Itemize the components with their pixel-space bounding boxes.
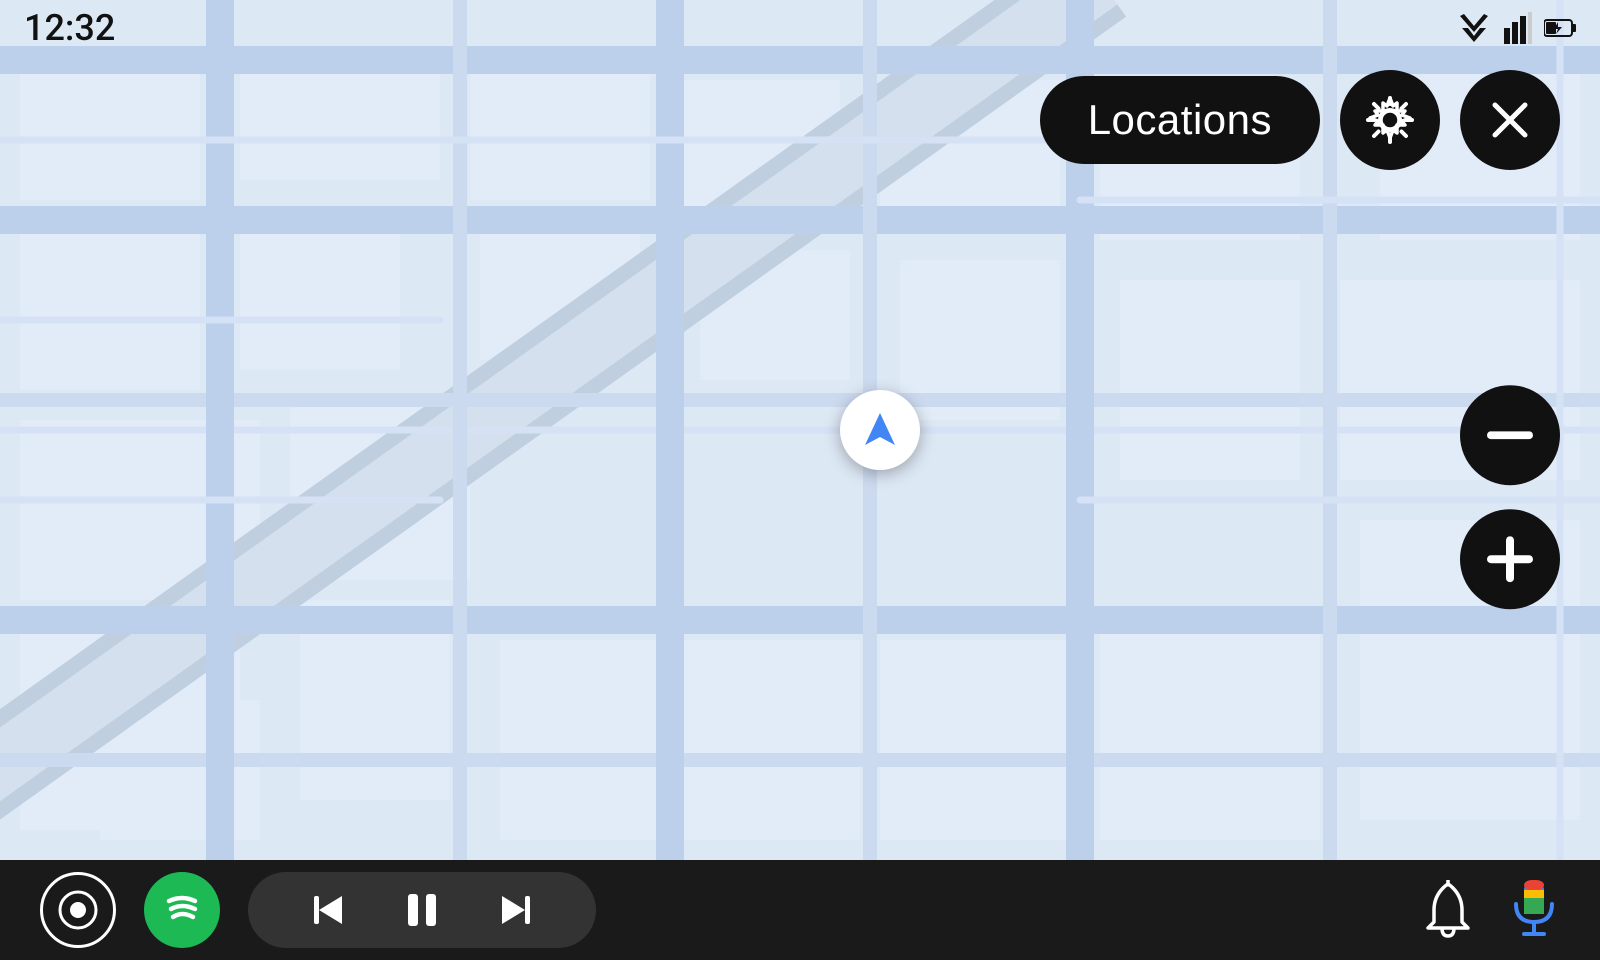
zoom-out-button[interactable]: [1460, 385, 1560, 485]
plus-icon: [1487, 536, 1533, 582]
settings-button[interactable]: [1340, 70, 1440, 170]
next-track-button[interactable]: [468, 882, 564, 938]
next-icon: [496, 890, 536, 930]
notification-button[interactable]: [1420, 880, 1476, 940]
prev-icon: [308, 890, 348, 930]
gear-icon: [1363, 93, 1417, 147]
location-marker: [840, 390, 920, 470]
bell-icon: [1420, 880, 1476, 940]
battery-icon: [1544, 18, 1576, 38]
navigation-arrow-icon: [859, 409, 901, 451]
status-icons: [1456, 12, 1576, 44]
bottom-bar: [0, 860, 1600, 960]
assistant-button[interactable]: [1508, 876, 1560, 944]
locations-button[interactable]: Locations: [1040, 76, 1320, 164]
top-controls: Locations: [1040, 70, 1560, 170]
time-display: 12:32: [24, 7, 115, 49]
close-icon: [1485, 95, 1535, 145]
close-button[interactable]: [1460, 70, 1560, 170]
home-circle-icon: [58, 890, 98, 930]
minus-icon: [1487, 431, 1533, 439]
bottom-left-controls: [40, 872, 596, 948]
wifi-icon: [1456, 14, 1492, 42]
spotify-button[interactable]: [144, 872, 220, 948]
zoom-controls: [1460, 385, 1560, 609]
mic-icon: [1508, 876, 1560, 944]
pause-icon: [404, 890, 440, 930]
pause-button[interactable]: [376, 882, 468, 938]
zoom-in-button[interactable]: [1460, 509, 1560, 609]
spotify-icon: [159, 887, 205, 933]
map-view: 12:32 Location: [0, 0, 1600, 860]
media-controls: [248, 872, 596, 948]
signal-icon: [1504, 12, 1532, 44]
bottom-right-controls: [1420, 876, 1560, 944]
prev-track-button[interactable]: [280, 882, 376, 938]
home-button[interactable]: [40, 872, 116, 948]
status-bar: 12:32: [0, 0, 1600, 56]
